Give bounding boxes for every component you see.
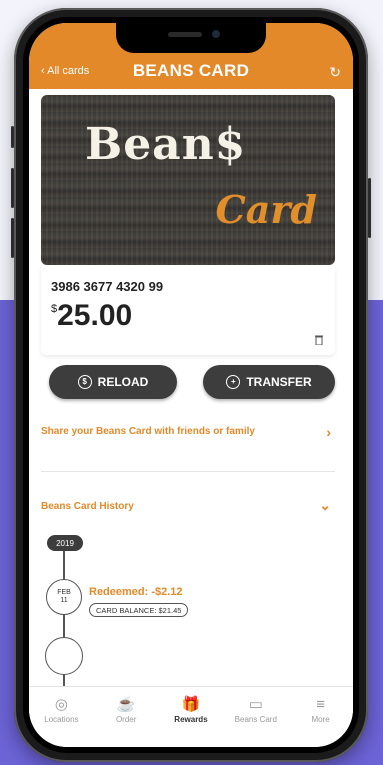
tab-locations[interactable]: ◎ Locations — [31, 687, 91, 725]
history-day: 11 — [60, 597, 68, 604]
volume-up-button — [11, 168, 14, 208]
page-title: BEANS CARD — [132, 61, 250, 80]
tab-rewards[interactable]: 🎁 Rewards — [161, 687, 221, 725]
tab-label: More — [311, 715, 330, 724]
tab-more[interactable]: ≡ More — [291, 687, 351, 725]
history-month: FEB — [57, 588, 71, 596]
dollar-icon: $ — [77, 375, 92, 389]
history-card-balance: CARD BALANCE: $21.45 — [89, 603, 189, 617]
tab-label: Locations — [44, 715, 79, 724]
timeline-marker — [45, 637, 83, 675]
year-badge: 2019 — [47, 535, 83, 551]
location-pin-icon: ◎ — [54, 696, 68, 713]
transfer-button[interactable]: + TRANSFER — [203, 365, 335, 399]
history-entry-title: Redeemed: -$2.12 — [89, 586, 183, 598]
speaker — [168, 32, 202, 37]
card-history-row[interactable]: Beans Card History ⌄ — [41, 497, 335, 525]
coffee-cup-icon: ☕ — [116, 696, 136, 713]
phone-bezel: ‹ All cards BEANS CARD ↻ Bean$ Card 3986… — [23, 17, 359, 753]
refresh-icon[interactable]: ↻ — [329, 64, 341, 81]
volume-down-button — [11, 218, 14, 258]
tab-label: Rewards — [174, 715, 208, 724]
card-number: 3986 3677 4320 99 — [51, 279, 164, 294]
reload-label: RELOAD — [97, 375, 149, 389]
tab-bar: ◎ Locations ☕ Order 🎁 Rewards ▭ Beans Ca… — [29, 686, 353, 747]
transfer-label: TRANSFER — [246, 375, 312, 389]
tab-order[interactable]: ☕ Order — [96, 687, 156, 725]
app-screen: ‹ All cards BEANS CARD ↻ Bean$ Card 3986… — [29, 23, 353, 747]
card-history-label: Beans Card History — [41, 501, 134, 512]
notch — [116, 23, 266, 53]
tab-label: Beans Card — [234, 715, 277, 724]
share-card-label: Share your Beans Card with friends or fa… — [41, 426, 255, 437]
plus-icon: + — [226, 375, 241, 389]
currency-symbol: $ — [51, 303, 58, 315]
card-brand-card: Card — [215, 187, 317, 232]
chevron-right-icon: › — [326, 424, 331, 440]
trash-icon[interactable] — [315, 335, 323, 348]
card-icon: ▭ — [248, 696, 263, 713]
front-camera — [212, 30, 220, 38]
menu-icon: ≡ — [316, 696, 325, 713]
card-balance: $25.00 — [51, 299, 132, 333]
reload-button[interactable]: $ RELOAD — [49, 365, 177, 399]
divider — [41, 471, 335, 472]
chevron-down-icon: ⌄ — [319, 497, 331, 513]
phone-frame: ‹ All cards BEANS CARD ↻ Bean$ Card 3986… — [11, 8, 371, 762]
card-image: Bean$ Card — [41, 95, 335, 265]
power-button — [368, 178, 371, 238]
history-date-marker: FEB 11 — [46, 579, 82, 615]
card-brand-beans: Bean$ — [85, 119, 247, 170]
balance-amount: 25.00 — [57, 299, 133, 332]
tab-beans-card[interactable]: ▭ Beans Card — [226, 687, 286, 725]
tab-label: Order — [115, 715, 137, 724]
mute-switch — [11, 126, 14, 148]
share-card-row[interactable]: Share your Beans Card with friends or fa… — [41, 424, 335, 450]
card-info-panel: 3986 3677 4320 99 $25.00 — [41, 265, 335, 355]
gift-icon: 🎁 — [181, 696, 201, 713]
